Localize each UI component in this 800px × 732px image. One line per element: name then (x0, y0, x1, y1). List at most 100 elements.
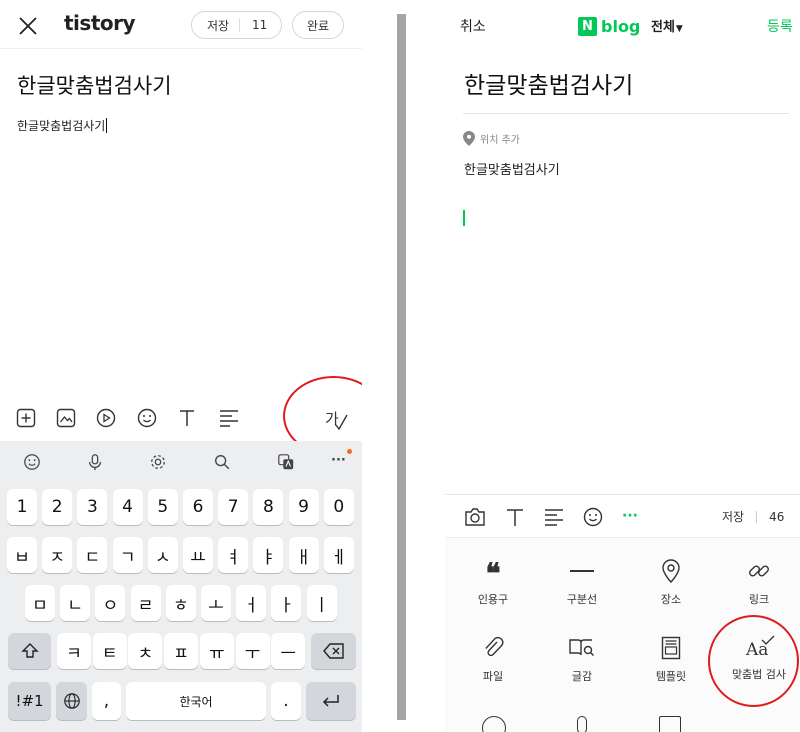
close-icon[interactable] (16, 14, 40, 38)
letter-key[interactable]: ㅜ (235, 633, 270, 669)
post-body[interactable]: 한글맞춤법검사기 (17, 117, 108, 134)
letter-key[interactable]: ㅌ (92, 633, 127, 669)
number-key[interactable]: 5 (147, 489, 178, 525)
letter-key[interactable]: ㄹ (130, 585, 161, 621)
tool-label: 구분선 (566, 593, 598, 606)
done-label: 완료 (306, 18, 330, 33)
voice-input-icon[interactable] (577, 716, 587, 732)
letter-key[interactable]: ㅛ (183, 537, 213, 573)
shift-key[interactable] (8, 633, 51, 669)
tool-template[interactable]: 템플릿 (627, 636, 715, 684)
letter-key[interactable]: ㅅ (147, 537, 178, 573)
keyboard-emoji-icon[interactable] (22, 452, 42, 472)
letter-key[interactable]: ㅎ (165, 585, 196, 621)
space-key[interactable]: 한국어 (126, 682, 266, 720)
letter-key[interactable]: ㅈ (42, 537, 73, 573)
map-pin-icon (662, 559, 680, 584)
number-key[interactable]: 3 (77, 489, 108, 525)
insert-plus-icon[interactable] (16, 408, 36, 428)
toolbar-top-divider (445, 494, 800, 495)
tool-divider-line[interactable]: 구분선 (538, 559, 626, 607)
letter-key[interactable]: ㅠ (199, 633, 234, 669)
handwriting-icon[interactable] (482, 716, 506, 732)
title-divider (463, 113, 789, 114)
number-key[interactable]: 7 (218, 489, 249, 525)
letter-key[interactable]: ㅓ (236, 585, 267, 621)
language-globe-key[interactable] (56, 682, 87, 720)
video-icon[interactable] (96, 408, 116, 428)
letter-key[interactable]: ㅗ (201, 585, 231, 621)
enter-key[interactable] (306, 682, 356, 720)
letter-key[interactable]: ㅍ (164, 633, 199, 669)
letter-key[interactable]: ㄴ (60, 585, 91, 621)
letter-key[interactable]: ㅊ (128, 633, 163, 669)
image-icon[interactable] (56, 408, 76, 428)
chevron-down-icon: ▼ (675, 24, 683, 34)
letter-key[interactable]: ㅇ (95, 585, 126, 621)
divider-line-icon (538, 559, 626, 583)
letter-key[interactable]: ㅐ (288, 537, 319, 573)
letter-key[interactable]: ㅏ (271, 585, 302, 621)
tool-material[interactable]: 글감 (538, 636, 626, 684)
done-button[interactable]: 완료 (292, 11, 344, 39)
backspace-key[interactable] (311, 633, 356, 669)
number-key[interactable]: 0 (323, 489, 354, 525)
letter-key[interactable]: ㄷ (77, 537, 108, 573)
microphone-icon[interactable] (85, 452, 105, 472)
book-search-icon (569, 639, 595, 657)
publish-button[interactable]: 등록 (767, 16, 793, 36)
number-key[interactable]: 1 (7, 489, 37, 525)
align-icon[interactable] (219, 409, 239, 427)
letter-key[interactable]: ㅋ (57, 633, 91, 669)
link-icon (749, 565, 769, 577)
number-key[interactable]: 8 (253, 489, 284, 525)
pill-divider (239, 18, 240, 32)
more-tools-button[interactable]: ··· (622, 508, 638, 524)
translate-icon[interactable] (276, 452, 296, 472)
naver-n-badge: N (578, 16, 597, 36)
letter-key[interactable]: ㅔ (323, 537, 354, 573)
align-icon[interactable] (544, 507, 564, 527)
visibility-dropdown[interactable]: 전체▼ (651, 16, 683, 35)
tool-file[interactable]: 파일 (449, 636, 537, 684)
save-draft-button[interactable]: 저장 11 (191, 11, 282, 39)
tool-quote[interactable]: ❝ 인용구 (449, 559, 537, 607)
save-draft-button[interactable]: 저장 46 (722, 508, 784, 525)
number-key[interactable]: 6 (183, 489, 213, 525)
keyboard-settings-gear-icon[interactable] (148, 452, 168, 472)
text-style-icon[interactable] (177, 408, 197, 428)
period-key[interactable]: . (271, 682, 301, 720)
comma-key[interactable]: , (92, 682, 121, 720)
spellcheck-highlight-circle (708, 615, 799, 707)
post-title[interactable]: 한글맞춤법검사기 (464, 66, 633, 100)
letter-key[interactable]: ㅂ (7, 537, 37, 573)
number-key[interactable]: 4 (112, 489, 143, 525)
tool-label: 링크 (748, 593, 770, 606)
text-cursor (463, 210, 465, 226)
tool-link[interactable]: 링크 (715, 559, 800, 607)
letter-key[interactable]: ㅕ (218, 537, 249, 573)
letter-key[interactable]: ㄱ (112, 537, 143, 573)
symbols-key[interactable]: !#1 (8, 682, 51, 720)
keyboard-search-icon[interactable] (212, 452, 232, 472)
letter-key[interactable]: ㅑ (253, 537, 284, 573)
keyboard-more-button[interactable]: ··· (331, 453, 346, 468)
text-style-icon[interactable] (505, 507, 525, 527)
add-location-button[interactable]: 위치 추가 (463, 130, 520, 146)
number-key[interactable]: 2 (42, 489, 73, 525)
sticker-emoji-icon[interactable] (583, 507, 603, 527)
tool-label: 글감 (571, 670, 593, 683)
camera-icon[interactable] (464, 507, 486, 527)
post-body[interactable]: 한글맞춤법검사기 (464, 159, 560, 178)
location-label: 위치 추가 (480, 134, 520, 146)
tool-place[interactable]: 장소 (627, 559, 715, 607)
emoji-icon[interactable] (137, 408, 157, 428)
letter-key[interactable]: ㅁ (25, 585, 55, 621)
number-key[interactable]: 9 (288, 489, 319, 525)
post-title[interactable]: 한글맞춤법검사기 (17, 70, 172, 100)
letter-key[interactable]: ㅡ (271, 633, 306, 669)
calendar-icon[interactable] (659, 716, 681, 732)
letter-key[interactable]: ㅣ (306, 585, 337, 621)
save-label: 저장 (207, 18, 230, 33)
cancel-button[interactable]: 취소 (460, 16, 486, 36)
